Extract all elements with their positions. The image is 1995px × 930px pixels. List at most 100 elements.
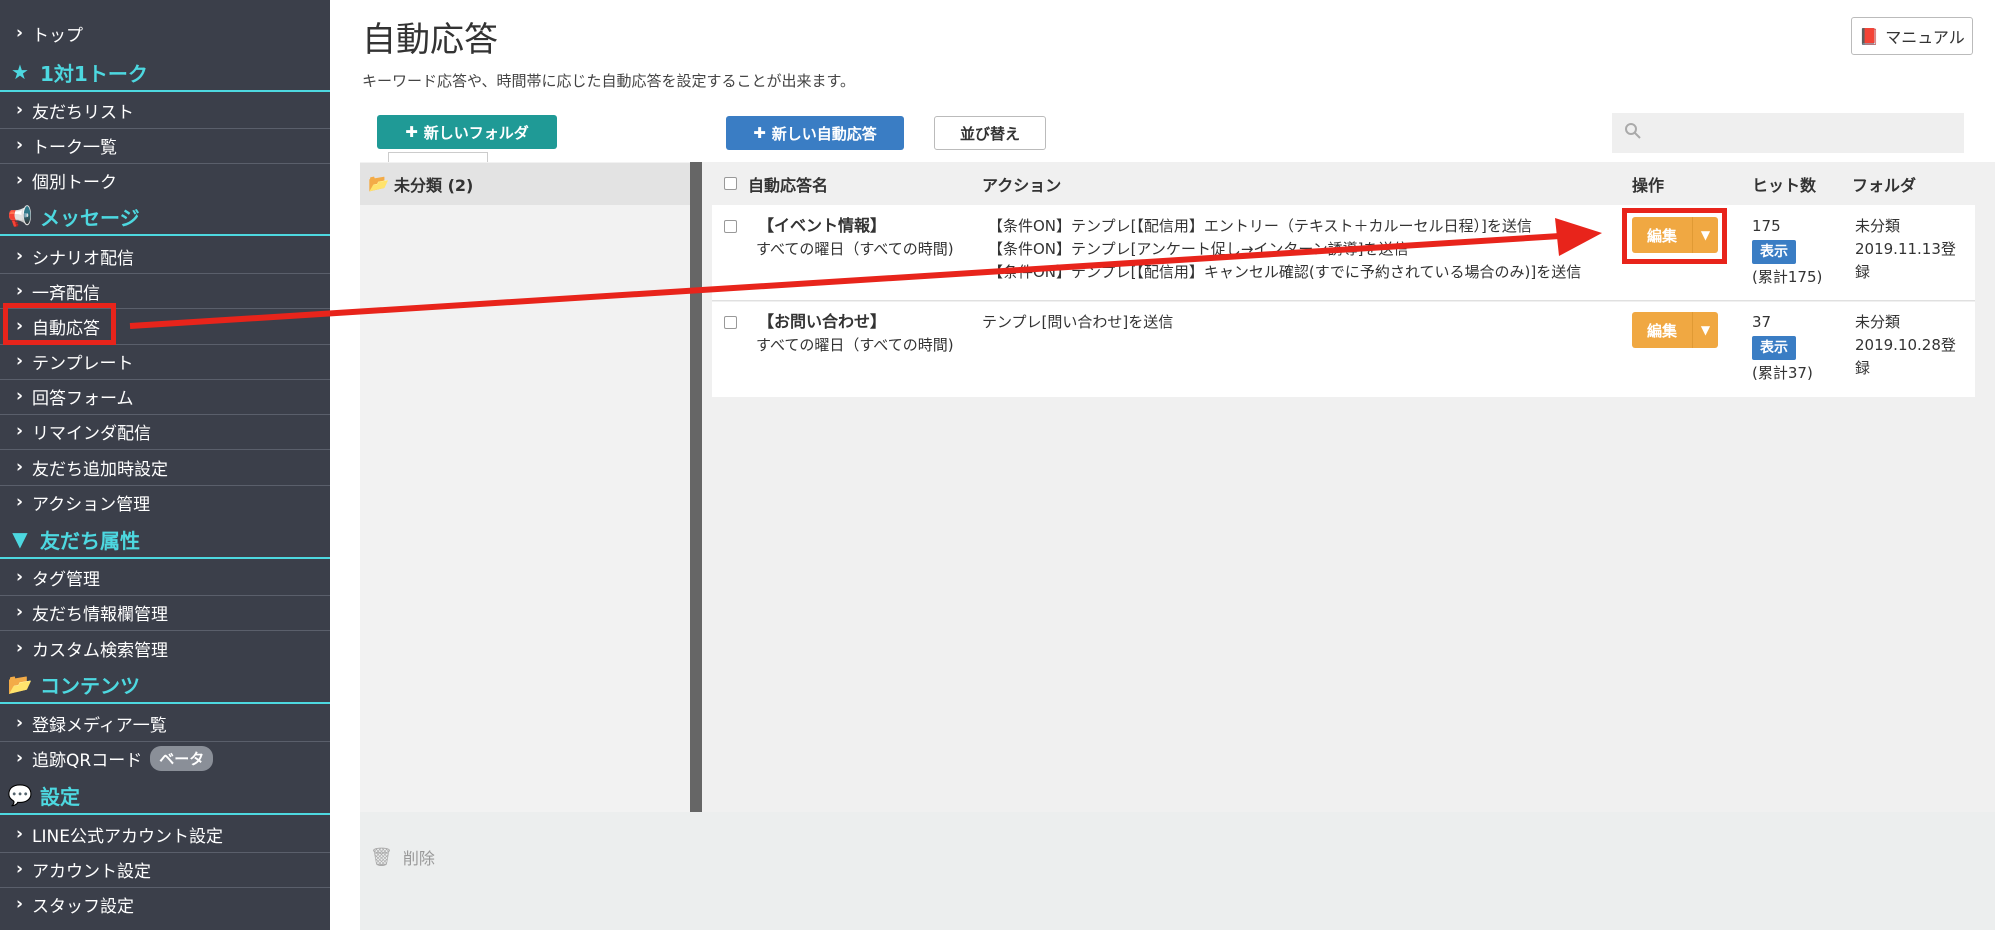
sidebar-item-friend-info[interactable]: › 友だち情報欄管理 — [0, 597, 330, 627]
new-folder-label: 新しいフォルダ — [423, 123, 529, 142]
sidebar-item-tag-management[interactable]: › タグ管理 — [0, 562, 330, 592]
sidebar-item-talk-list[interactable]: › トーク一覧 — [0, 130, 330, 160]
registered-date: 2019.10.28登 — [1855, 336, 1956, 354]
edit-button-group: 編集 ▼ — [1632, 312, 1718, 348]
sidebar-item-label: スタッフ設定 — [32, 896, 134, 917]
delete-label: 削除 — [402, 849, 435, 868]
sidebar-item-answer-form[interactable]: › 回答フォーム — [0, 381, 330, 411]
hit-count: 37 — [1752, 313, 1772, 331]
action-line: 【条件ON】テンプレ[【配信用】エントリー（テキスト＋カルーセル日程）]を送信 — [988, 217, 1532, 235]
new-auto-reply-button[interactable]: ✚ 新しい自動応答 — [726, 116, 904, 150]
registered-date: 2019.11.13登 — [1855, 240, 1956, 258]
sidebar-item-template[interactable]: › テンプレート — [0, 346, 330, 376]
auto-reply-name[interactable]: 【お問い合わせ】 — [758, 310, 886, 334]
search-icon — [1625, 123, 1641, 139]
header-folder: フォルダ — [1852, 176, 1917, 195]
table-row: 【お問い合わせ】 すべての曜日（すべての時間) テンプレ[問い合わせ]を送信 編… — [712, 302, 1975, 397]
folder-open-icon: 📂 — [368, 174, 390, 194]
sidebar-item-qr-code[interactable]: › 追跡QRコード ベータ — [0, 743, 330, 773]
chevron-right-icon: › — [16, 894, 24, 914]
select-all-checkbox[interactable] — [724, 177, 737, 190]
row-checkbox[interactable] — [724, 220, 737, 233]
folder-open-icon: 📂 — [7, 672, 33, 696]
sidebar-item-line-account[interactable]: › LINE公式アカウント設定 — [0, 819, 330, 849]
footer-area — [360, 812, 1995, 930]
sidebar-item-custom-search[interactable]: › カスタム検索管理 — [0, 633, 330, 663]
header-hits: ヒット数 — [1752, 176, 1817, 195]
folder-label: 未分類 (2) — [394, 176, 474, 195]
manual-button-label: マニュアル — [1885, 28, 1965, 47]
sidebar-section-contents: 📂 コンテンツ — [0, 666, 330, 704]
highlight-edit-button — [1622, 208, 1727, 264]
sidebar-item-friend-list[interactable]: › 友だちリスト — [0, 95, 330, 125]
folder-name: 未分類 — [1855, 313, 1901, 331]
sidebar-item-label: LINE公式アカウント設定 — [32, 826, 223, 847]
auto-reply-schedule: すべての曜日（すべての時間) — [756, 240, 954, 258]
folder-item-uncategorized[interactable]: 📂 未分類 (2) — [360, 163, 690, 205]
hit-total: (累計175) — [1752, 268, 1823, 286]
sidebar-item-label: トーク一覧 — [32, 137, 117, 158]
chevron-right-icon: › — [16, 713, 24, 733]
sidebar-item-label: 追跡QRコード — [32, 750, 143, 771]
sidebar-item-media-list[interactable]: › 登録メディア一覧 — [0, 708, 330, 738]
chevron-right-icon: › — [16, 421, 24, 441]
sidebar-item-staff-settings[interactable]: › スタッフ設定 — [0, 889, 330, 919]
sidebar-item-label: トップ — [32, 25, 83, 46]
hit-count: 175 — [1752, 217, 1781, 235]
show-hits-button[interactable]: 表示 — [1752, 336, 1796, 360]
sidebar-item-label: 登録メディア一覧 — [32, 715, 167, 736]
sidebar-item-friend-add-settings[interactable]: › 友だち追加時設定 — [0, 452, 330, 482]
sidebar-item-label: アカウント設定 — [32, 861, 151, 882]
chevron-right-icon: › — [16, 457, 24, 477]
auto-reply-name[interactable]: 【イベント情報】 — [758, 214, 886, 238]
sort-button[interactable]: 並び替え — [934, 116, 1046, 150]
sidebar-section-label: 設定 — [40, 784, 80, 809]
table-row: 【イベント情報】 すべての曜日（すべての時間) 【条件ON】テンプレ[【配信用】… — [712, 205, 1975, 301]
page-title: 自動応答 — [362, 20, 498, 60]
sidebar-item-label: タグ管理 — [32, 569, 100, 590]
edit-dropdown-toggle[interactable]: ▼ — [1692, 312, 1718, 348]
auto-reply-schedule: すべての曜日（すべての時間) — [756, 336, 954, 354]
chevron-right-icon: › — [16, 824, 24, 844]
sidebar-item-reminder[interactable]: › リマインダ配信 — [0, 416, 330, 446]
sidebar-item-label: アクション管理 — [32, 494, 151, 515]
header-operation: 操作 — [1632, 176, 1665, 195]
sidebar-item-label: 友だち情報欄管理 — [32, 604, 168, 625]
sidebar-section-label: メッセージ — [40, 205, 140, 230]
sidebar-item-scenario[interactable]: › シナリオ配信 — [0, 241, 330, 271]
trash-icon: 🗑 — [370, 846, 393, 868]
chevron-right-icon: › — [16, 567, 24, 587]
sidebar-item-top[interactable]: › トップ — [0, 18, 330, 48]
sidebar-item-label: 友だちリスト — [32, 102, 134, 123]
sidebar-item-label: 友だち追加時設定 — [32, 459, 168, 480]
delete-button[interactable]: 🗑 削除 — [370, 845, 435, 869]
search-input[interactable] — [1612, 113, 1964, 153]
row-checkbox[interactable] — [724, 316, 737, 329]
sidebar-item-label: テンプレート — [32, 353, 134, 374]
pane-splitter[interactable] — [690, 162, 702, 812]
registered-date-cont: 録 — [1855, 359, 1871, 377]
sidebar-item-label: リマインダ配信 — [32, 423, 151, 444]
sidebar-item-action-management[interactable]: › アクション管理 — [0, 487, 330, 517]
chevron-right-icon: › — [16, 638, 24, 658]
plus-icon: ✚ — [753, 124, 766, 142]
new-auto-reply-label: 新しい自動応答 — [771, 124, 877, 143]
folder-pane — [360, 162, 690, 812]
chevron-right-icon: › — [16, 23, 24, 43]
sidebar-section-talk: ★ 1対1トーク — [0, 54, 330, 92]
filter-icon: ▼ — [12, 527, 28, 551]
sidebar-section-attributes: ▼ 友だち属性 — [0, 521, 330, 559]
action-line: 【条件ON】テンプレ[アンケート促し→インターン誘導]を送信 — [988, 240, 1409, 258]
sidebar-item-individual-talk[interactable]: › 個別トーク — [0, 165, 330, 195]
sidebar-item-account-settings[interactable]: › アカウント設定 — [0, 854, 330, 884]
sidebar: › トップ ★ 1対1トーク › 友だちリスト › トーク一覧 › 個別トーク 📢 メッセー… — [0, 0, 330, 930]
chevron-right-icon: › — [16, 602, 24, 622]
edit-button[interactable]: 編集 — [1632, 312, 1692, 348]
manual-button[interactable]: 📕 マニュアル — [1851, 17, 1973, 55]
chevron-right-icon: › — [16, 135, 24, 155]
header-name: 自動応答名 — [748, 176, 829, 195]
show-hits-button[interactable]: 表示 — [1752, 240, 1796, 264]
chevron-right-icon: › — [16, 170, 24, 190]
sidebar-item-broadcast[interactable]: › 一斉配信 — [0, 276, 330, 306]
new-folder-button[interactable]: ✚ 新しいフォルダ — [377, 115, 557, 149]
